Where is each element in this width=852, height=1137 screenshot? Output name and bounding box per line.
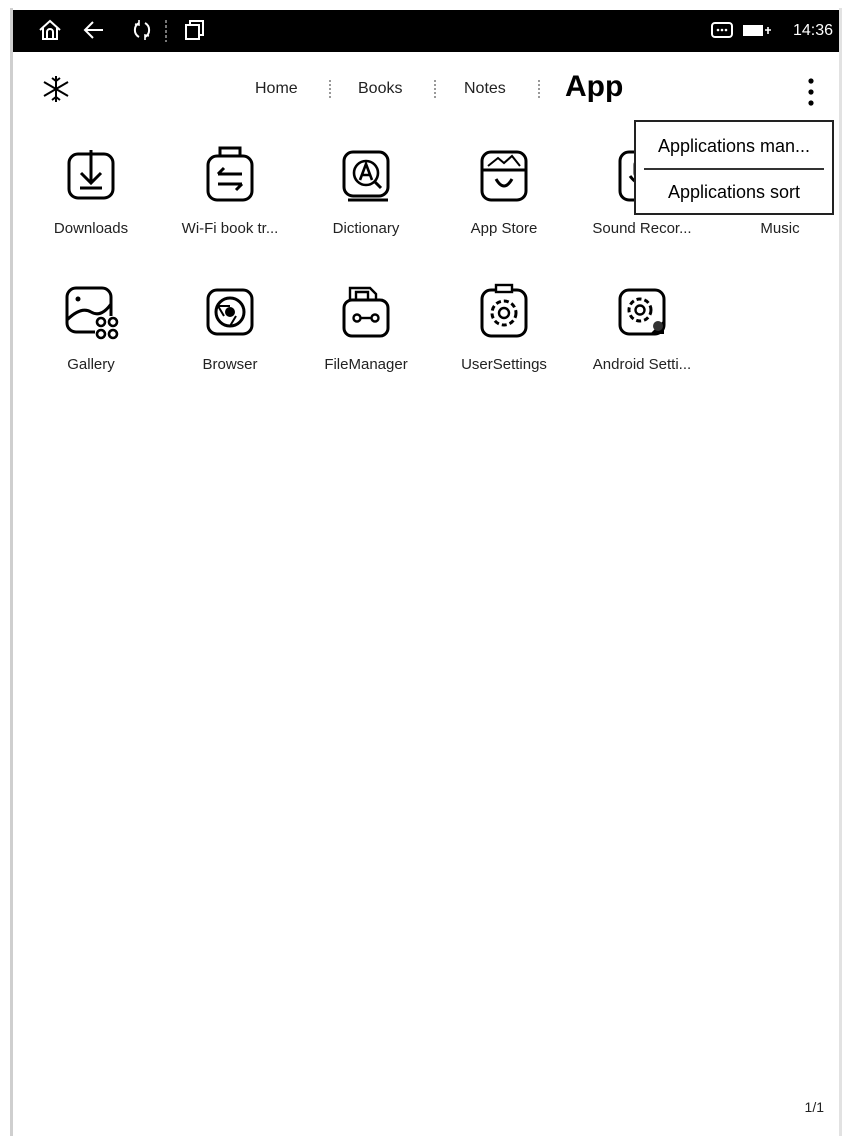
tab-books[interactable]: Books bbox=[358, 80, 402, 98]
top-navigation: Home Books Notes App bbox=[13, 52, 839, 124]
overflow-menu: Applications man... Applications sort bbox=[634, 120, 834, 215]
app-store-icon bbox=[474, 146, 534, 206]
app-label: Downloads bbox=[53, 220, 129, 237]
app-user-settings[interactable]: UserSettings bbox=[434, 282, 574, 373]
app-wifi-book-transfer[interactable]: Wi-Fi book tr... bbox=[160, 146, 300, 237]
message-icon bbox=[711, 20, 733, 47]
app-android-settings[interactable]: Android Setti... bbox=[572, 282, 712, 373]
tab-notes[interactable]: Notes bbox=[464, 80, 506, 98]
download-icon bbox=[61, 146, 121, 206]
tab-separator bbox=[538, 80, 542, 98]
gallery-icon bbox=[61, 282, 121, 342]
tab-separator bbox=[329, 80, 333, 98]
folder-icon bbox=[336, 282, 396, 342]
tab-app-active[interactable]: App bbox=[565, 70, 623, 104]
app-label: FileManager bbox=[324, 356, 408, 373]
app-label: Dictionary bbox=[332, 220, 400, 237]
menu-item-applications-manager[interactable]: Applications man... bbox=[636, 136, 832, 157]
app-label: Android Setti... bbox=[592, 356, 692, 373]
settings-gear-icon bbox=[474, 282, 534, 342]
separator-icon bbox=[163, 20, 169, 47]
menu-item-applications-sort[interactable]: Applications sort bbox=[636, 182, 832, 203]
battery-icon bbox=[743, 23, 773, 44]
recent-apps-icon[interactable] bbox=[181, 17, 207, 48]
app-gallery[interactable]: Gallery bbox=[21, 282, 161, 373]
wifi-transfer-icon bbox=[200, 146, 260, 206]
more-options-icon[interactable] bbox=[803, 76, 819, 113]
browser-icon bbox=[200, 282, 260, 342]
app-label: App Store bbox=[470, 220, 538, 237]
back-icon[interactable] bbox=[81, 17, 107, 48]
app-label: UserSettings bbox=[461, 356, 547, 373]
snowflake-icon[interactable] bbox=[41, 74, 71, 109]
app-dictionary[interactable]: Dictionary bbox=[296, 146, 436, 237]
app-label: Music bbox=[760, 220, 800, 237]
clock: 14:36 bbox=[792, 22, 833, 39]
app-downloads[interactable]: Downloads bbox=[21, 146, 161, 237]
app-label: Sound Recor... bbox=[592, 220, 692, 237]
menu-divider bbox=[644, 168, 824, 170]
app-browser[interactable]: Browser bbox=[160, 282, 300, 373]
dictionary-icon bbox=[336, 146, 396, 206]
app-file-manager[interactable]: FileManager bbox=[296, 282, 436, 373]
app-app-store[interactable]: App Store bbox=[434, 146, 574, 237]
status-bar: 14:36 bbox=[13, 10, 839, 52]
tab-separator bbox=[434, 80, 438, 98]
android-settings-icon bbox=[612, 282, 672, 342]
home-icon[interactable] bbox=[37, 17, 63, 48]
app-label: Browser bbox=[202, 356, 258, 373]
page-indicator: 1/1 bbox=[804, 1099, 824, 1115]
app-label: Wi-Fi book tr... bbox=[181, 220, 279, 237]
refresh-icon[interactable] bbox=[129, 17, 155, 48]
app-label: Gallery bbox=[67, 356, 115, 373]
tab-home[interactable]: Home bbox=[255, 80, 298, 98]
